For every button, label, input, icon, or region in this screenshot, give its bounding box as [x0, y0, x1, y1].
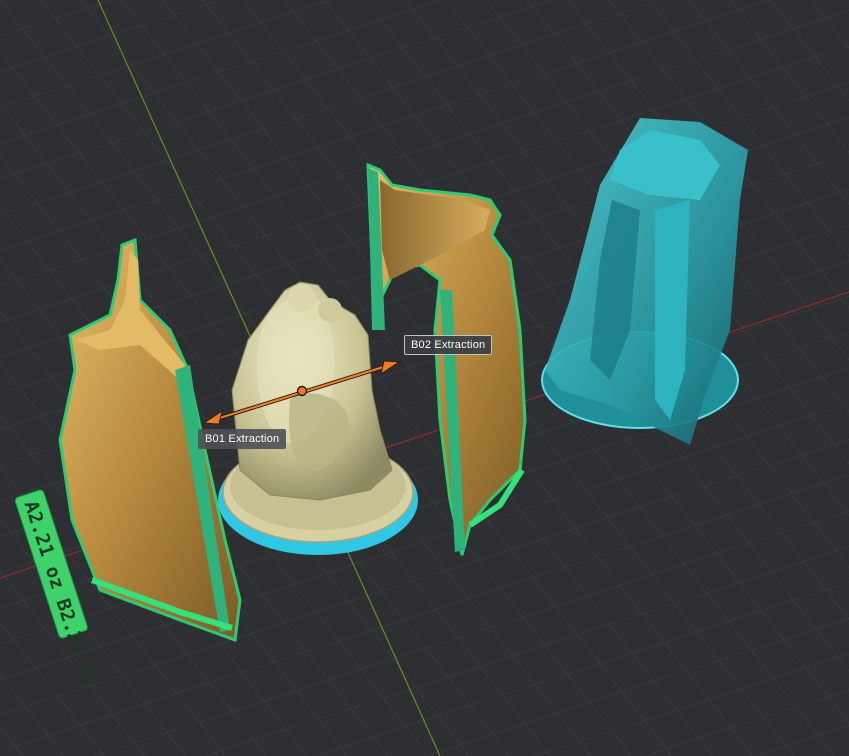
b02-extraction-label[interactable]: B02 Extraction — [404, 335, 493, 355]
arrow-midpoint-handle[interactable] — [296, 385, 308, 397]
b01-extraction-label[interactable]: B01 Extraction — [198, 429, 287, 449]
scene-canvas[interactable]: A2.21 oz B2.21 oz — [0, 0, 849, 756]
3d-viewport[interactable]: A2.21 oz B2.21 oz B02 Extraction B01 Ext… — [0, 0, 849, 756]
